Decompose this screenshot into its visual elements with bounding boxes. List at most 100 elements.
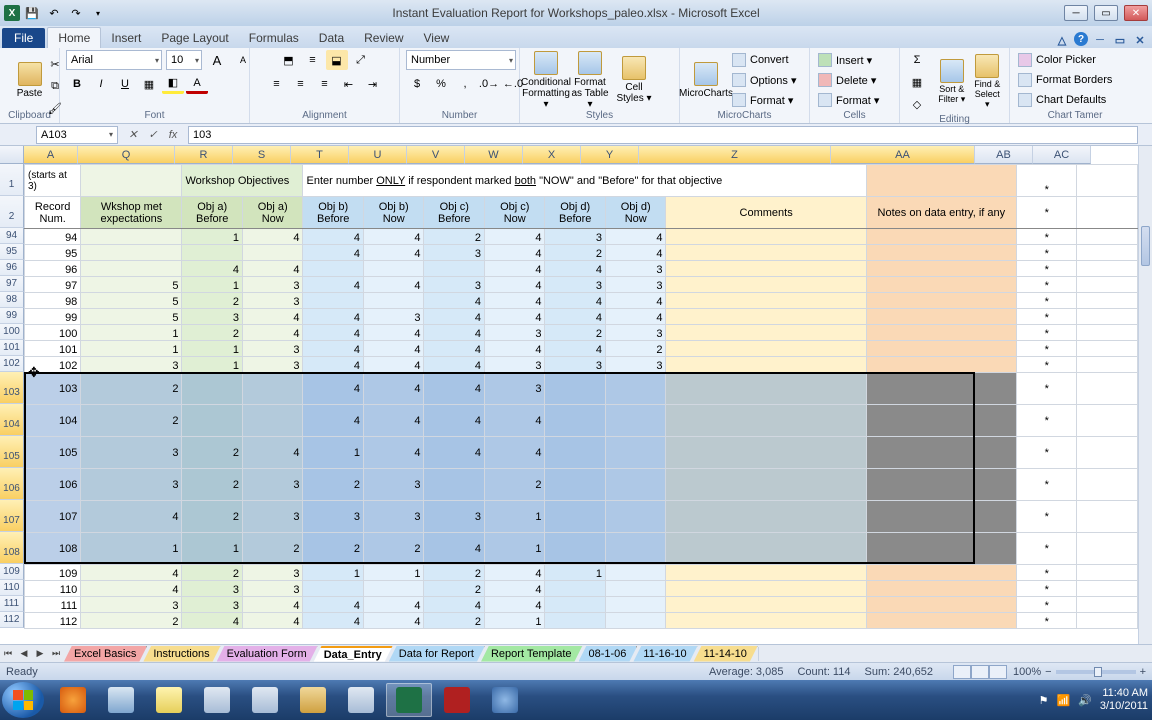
cell[interactable]: 4 xyxy=(363,613,424,629)
cell[interactable]: 1 xyxy=(484,613,545,629)
cell[interactable] xyxy=(303,293,364,309)
cell[interactable] xyxy=(866,581,1016,597)
tray-flag-icon[interactable]: ⚑ xyxy=(1039,694,1049,707)
cell[interactable] xyxy=(242,245,303,261)
align-top-icon[interactable]: ⬒ xyxy=(278,50,300,70)
cell[interactable]: 2 xyxy=(545,245,606,261)
cell[interactable]: 3 xyxy=(242,341,303,357)
cell[interactable]: 1 xyxy=(81,533,182,565)
cell[interactable] xyxy=(666,261,866,277)
cell[interactable]: Enter number ONLY if respondent marked b… xyxy=(303,165,866,197)
cell[interactable]: 2 xyxy=(182,469,243,501)
cell[interactable]: 4 xyxy=(424,325,485,341)
cell[interactable]: * xyxy=(1016,437,1077,469)
comma-icon[interactable]: , xyxy=(454,74,476,94)
column-header-Q[interactable]: Q xyxy=(78,146,175,164)
cell[interactable] xyxy=(866,373,1016,405)
cell[interactable]: 96 xyxy=(25,261,81,277)
column-header-S[interactable]: S xyxy=(233,146,291,164)
cell[interactable]: 1 xyxy=(81,341,182,357)
align-middle-icon[interactable]: ≡ xyxy=(302,50,324,70)
row-header-109[interactable]: 109 xyxy=(0,564,24,580)
cell[interactable]: 3 xyxy=(363,309,424,325)
cell[interactable] xyxy=(666,341,866,357)
cell[interactable]: 110 xyxy=(25,581,81,597)
copy-icon[interactable]: ⧉ xyxy=(44,76,66,96)
cell[interactable]: * xyxy=(1016,469,1077,501)
cell[interactable]: * xyxy=(1016,581,1077,597)
cell[interactable]: 102 xyxy=(25,357,81,373)
cell[interactable]: * xyxy=(1016,597,1077,613)
cell[interactable]: * xyxy=(1016,309,1077,325)
cell[interactable]: 106 xyxy=(25,469,81,501)
cell[interactable] xyxy=(363,581,424,597)
decrease-indent-icon[interactable]: ⇤ xyxy=(338,74,360,94)
cell[interactable]: 5 xyxy=(81,293,182,309)
cell[interactable]: Obj d) Now xyxy=(605,197,666,229)
cell[interactable]: 2 xyxy=(81,405,182,437)
cell[interactable]: 2 xyxy=(303,469,364,501)
firefox-task-button[interactable] xyxy=(50,683,96,717)
cell[interactable]: 2 xyxy=(81,373,182,405)
cell[interactable]: 3 xyxy=(303,501,364,533)
tab-page-layout[interactable]: Page Layout xyxy=(151,28,238,48)
cell[interactable]: 4 xyxy=(363,405,424,437)
font-size-combo[interactable]: 10▾ xyxy=(166,50,202,70)
start-button[interactable] xyxy=(2,682,44,718)
cell[interactable]: (starts at 3) xyxy=(25,165,81,197)
cell[interactable]: 4 xyxy=(363,357,424,373)
cell[interactable]: * xyxy=(1016,533,1077,565)
cell[interactable]: 4 xyxy=(484,597,545,613)
cell[interactable] xyxy=(1077,437,1138,469)
cell[interactable]: 3 xyxy=(484,357,545,373)
cell[interactable]: 2 xyxy=(182,437,243,469)
microcharts-button[interactable]: MicroCharts xyxy=(686,50,726,110)
row-header-110[interactable]: 110 xyxy=(0,580,24,596)
cell[interactable]: 3 xyxy=(182,309,243,325)
cell[interactable] xyxy=(424,469,485,501)
cell[interactable] xyxy=(1077,613,1138,629)
cell[interactable]: 4 xyxy=(605,245,666,261)
cell[interactable] xyxy=(1077,261,1138,277)
cell[interactable] xyxy=(1077,277,1138,293)
cell[interactable] xyxy=(605,405,666,437)
cell[interactable]: 112 xyxy=(25,613,81,629)
cell[interactable] xyxy=(1077,245,1138,261)
cell[interactable]: 107 xyxy=(25,501,81,533)
column-headers[interactable]: AQRSTUVWXYZAAABAC xyxy=(24,146,1138,164)
cell[interactable] xyxy=(866,501,1016,533)
minimize-button[interactable]: ─ xyxy=(1064,5,1088,21)
cell[interactable]: 1 xyxy=(182,229,243,245)
column-header-AA[interactable]: AA xyxy=(831,146,975,164)
cell[interactable]: 4 xyxy=(424,405,485,437)
cell[interactable] xyxy=(605,565,666,581)
tab-view[interactable]: View xyxy=(414,28,460,48)
cell[interactable]: 97 xyxy=(25,277,81,293)
cell[interactable] xyxy=(666,309,866,325)
row-header-99[interactable]: 99 xyxy=(0,308,24,324)
cell[interactable] xyxy=(866,565,1016,581)
fill-icon[interactable]: ▦ xyxy=(906,72,928,92)
cell[interactable]: * xyxy=(1016,261,1077,277)
zoom-slider[interactable] xyxy=(1056,670,1136,674)
format-as-table-button[interactable]: Format as Table ▾ xyxy=(570,50,610,110)
cell[interactable] xyxy=(605,373,666,405)
cell[interactable] xyxy=(545,405,606,437)
cell[interactable]: 4 xyxy=(303,613,364,629)
cell[interactable]: 3 xyxy=(424,501,485,533)
cell[interactable] xyxy=(1077,501,1138,533)
cell[interactable]: 4 xyxy=(605,309,666,325)
cell[interactable] xyxy=(666,357,866,373)
cell[interactable] xyxy=(866,229,1016,245)
color-picker-button[interactable]: Color Picker xyxy=(1016,51,1114,69)
cell[interactable] xyxy=(666,245,866,261)
cell[interactable]: 2 xyxy=(605,341,666,357)
cell[interactable] xyxy=(866,325,1016,341)
cell[interactable]: 101 xyxy=(25,341,81,357)
bold-button[interactable]: B xyxy=(66,74,88,94)
cell[interactable] xyxy=(605,597,666,613)
cell[interactable]: 4 xyxy=(424,533,485,565)
cell[interactable]: 2 xyxy=(363,533,424,565)
cell[interactable]: Obj a) Before xyxy=(182,197,243,229)
first-sheet-icon[interactable]: ⏮ xyxy=(0,646,16,662)
